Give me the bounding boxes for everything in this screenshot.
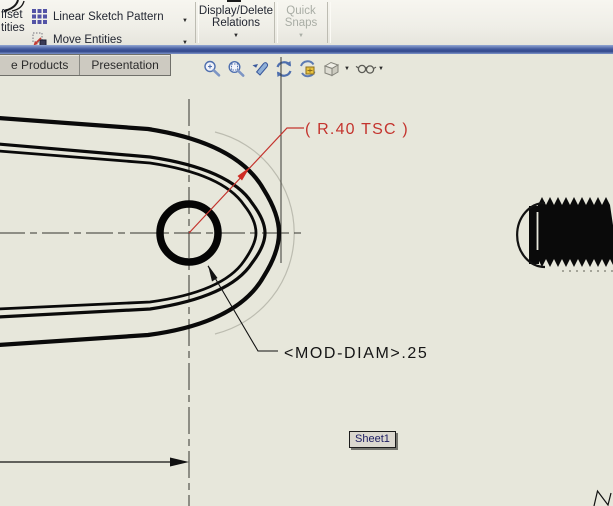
construction-arc[interactable] — [214, 131, 295, 335]
view-orientation-dropdown[interactable]: ▼ — [344, 66, 350, 72]
linear-sketch-pattern-button[interactable]: Linear Sketch Pattern — [32, 9, 164, 24]
quick-snaps-button: Quick Snaps ▼ — [276, 5, 326, 39]
view-toolbar: ▼ ▼ — [200, 57, 388, 81]
diameter-arrowhead — [208, 265, 218, 282]
display-delete-relations-icon — [227, 0, 241, 2]
screw-dome-edge — [516, 201, 546, 269]
slot-inner-edge[interactable] — [0, 142, 267, 319]
slot-inner-edge-2[interactable] — [0, 149, 258, 311]
slot-outer-edge[interactable] — [0, 116, 282, 347]
offset-entities-label[interactable]: ffset tities — [1, 9, 25, 35]
commandmanager-tabbar: e Products Presentation — [0, 54, 171, 76]
screw-thread[interactable] — [516, 197, 613, 272]
tab-presentation[interactable]: Presentation — [80, 55, 169, 75]
linear-sketch-pattern-icon — [32, 9, 47, 24]
diameter-dimension-text[interactable]: <MOD-DIAM>.25 — [284, 345, 428, 362]
toolbar-separator — [327, 2, 331, 43]
radius-dimension-text[interactable]: ( R.40 TSC ) — [305, 121, 409, 138]
toolbar-edge — [0, 45, 613, 54]
diameter-leader-line[interactable] — [207, 265, 278, 352]
linear-sketch-pattern-dropdown[interactable]: ▼ — [182, 18, 188, 24]
move-entities-label: Move Entities — [53, 33, 123, 46]
display-delete-relations-button[interactable]: Display/Delete Relations ▼ — [198, 5, 274, 39]
dimension-arrowhead — [170, 457, 189, 467]
sketch-toolbar: ffset tities Linear Sketch Pattern ▼ Mov… — [0, 0, 613, 47]
display-delete-relations-dropdown[interactable]: ▼ — [198, 33, 274, 39]
zoom-to-selection-icon[interactable] — [248, 57, 272, 81]
zoom-to-area-icon[interactable] — [224, 57, 248, 81]
display-style-dropdown[interactable]: ▼ — [378, 66, 384, 72]
linear-sketch-pattern-label: Linear Sketch Pattern — [53, 10, 164, 23]
view-orientation-icon — [320, 57, 344, 81]
tab-office-products[interactable]: e Products — [0, 55, 81, 75]
radius-arrowhead — [237, 167, 250, 181]
corner-partial-entity[interactable] — [593, 489, 612, 506]
radius-leader-line[interactable] — [188, 127, 304, 234]
hole-circle[interactable] — [156, 200, 222, 266]
solidworks-window: ffset tities Linear Sketch Pattern ▼ Mov… — [0, 0, 613, 506]
quick-snaps-dropdown: ▼ — [298, 33, 304, 39]
thread-profile — [538, 197, 613, 267]
3d-drawing-view-icon[interactable] — [296, 57, 320, 81]
zoom-in-out-icon[interactable] — [200, 57, 224, 81]
display-style-button[interactable]: ▼ — [354, 57, 384, 81]
rotate-view-icon[interactable] — [272, 57, 296, 81]
view-orientation-button[interactable]: ▼ — [320, 57, 350, 81]
screw-face — [529, 206, 539, 264]
display-style-icon — [354, 57, 378, 81]
sheet-tooltip[interactable]: Sheet1 — [349, 431, 396, 448]
